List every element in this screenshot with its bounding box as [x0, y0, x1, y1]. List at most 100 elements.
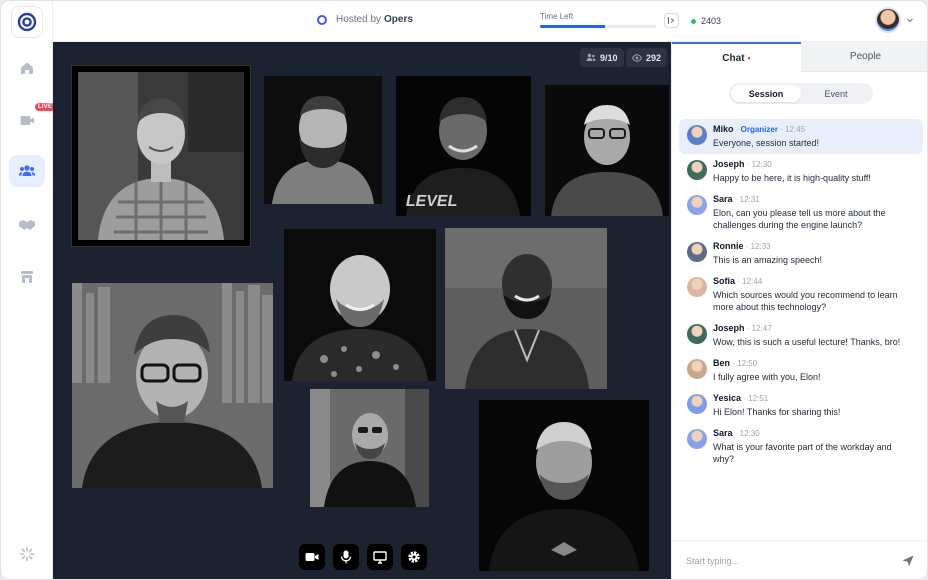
segment-event[interactable]: Event: [801, 85, 871, 102]
message-body: Ben · 12:50 I fully agree with you, Elon!: [713, 358, 915, 383]
chat-message: Ronnie · 12:33 This is an amazing speech!: [679, 236, 923, 271]
settings-icon: [408, 551, 420, 563]
chat-scope-toggle: Session Event: [729, 83, 873, 104]
camera-icon: [305, 553, 319, 561]
video-tile[interactable]: [310, 389, 429, 507]
app-logo[interactable]: [11, 6, 43, 38]
message-text: I fully agree with you, Elon!: [713, 372, 821, 382]
message-author[interactable]: Ben: [713, 358, 730, 368]
message-body: Ronnie · 12:33 This is an amazing speech!: [713, 241, 915, 266]
segment-session[interactable]: Session: [731, 85, 801, 102]
unread-dot-icon: •: [747, 53, 751, 63]
microphone-button[interactable]: [333, 544, 359, 570]
avatar[interactable]: [687, 125, 707, 145]
chat-message: Yesica · 12:51 Hi Elon! Thanks for sharin…: [679, 388, 923, 423]
tab-people-label: People: [849, 51, 882, 62]
chat-message: Miko · Organizer · 12:45 Everyone, sessio…: [679, 119, 923, 154]
participants-icon: [586, 53, 596, 61]
online-count: 2403: [691, 16, 721, 26]
sidebar-item-networking[interactable]: [9, 209, 45, 241]
chat-message: Ben · 12:50 I fully agree with you, Elon!: [679, 353, 923, 388]
host-logo-icon: [317, 14, 327, 25]
video-tile[interactable]: [445, 228, 607, 389]
avatar[interactable]: [687, 429, 707, 449]
online-status-dot: [691, 18, 696, 24]
avatar[interactable]: [687, 394, 707, 414]
video-tile[interactable]: LEVEL: [396, 76, 531, 216]
participants-stat: 9/10: [580, 48, 624, 67]
sidebar-item-live[interactable]: LIVE: [9, 103, 56, 136]
viewers-stat: 292: [626, 48, 668, 67]
top-bar: Hosted by Opers Time Left 2403: [53, 1, 927, 42]
send-icon: [902, 555, 914, 567]
message-body: Sara · 12:31 Elon, can you please tell us…: [713, 194, 915, 231]
message-author[interactable]: Joseph: [713, 323, 745, 333]
video-tile[interactable]: [71, 65, 251, 247]
sidebar-item-sessions[interactable]: [9, 155, 45, 187]
participants-count: 9/10: [600, 52, 618, 63]
message-text: What is your favorite part of the workda…: [713, 442, 892, 464]
message-header: Sofia · 12:44: [713, 276, 763, 286]
chat-message: Joseph · 12:30 Happy to be here, it is hi…: [679, 154, 923, 189]
chat-message-list: Miko · Organizer · 12:45 Everyone, sessio…: [679, 119, 923, 470]
tab-chat-label: Chat: [722, 52, 745, 64]
tab-chat[interactable]: Chat •: [672, 42, 801, 72]
message-author[interactable]: Yesica: [713, 393, 741, 403]
call-controls: [299, 544, 427, 570]
message-header: Ronnie · 12:33: [713, 241, 771, 251]
chat-message: Sara · 12:30 What is your favorite part o…: [679, 423, 923, 470]
message-text: This is an amazing speech!: [713, 255, 823, 265]
collapse-panel-button[interactable]: [664, 13, 679, 28]
participant-video: [264, 76, 382, 204]
message-text: Elon, can you please tell us more about …: [713, 208, 886, 230]
message-author[interactable]: Sara: [713, 194, 733, 204]
sidebar-item-home[interactable]: [9, 52, 45, 84]
message-time: 12:30: [751, 160, 772, 169]
home-icon: [21, 62, 33, 74]
message-time: 12:45: [785, 125, 806, 134]
message-text: Wow, this is such a useful lecture! Than…: [713, 337, 901, 347]
video-tile[interactable]: [72, 283, 273, 488]
video-tile[interactable]: [284, 229, 436, 381]
video-tile[interactable]: [479, 400, 649, 571]
host-name[interactable]: Opers: [384, 14, 413, 25]
message-author[interactable]: Sara: [713, 428, 733, 438]
message-author[interactable]: Sofia: [713, 276, 735, 286]
sidebar: LIVE: [1, 1, 56, 579]
avatar[interactable]: [687, 160, 707, 180]
avatar[interactable]: [687, 242, 707, 262]
avatar[interactable]: [687, 277, 707, 297]
video-tile[interactable]: [264, 76, 382, 204]
user-avatar[interactable]: [875, 7, 901, 33]
time-left-progress-fill: [540, 25, 605, 28]
role-badge: Organizer: [740, 125, 778, 134]
chevron-down-icon[interactable]: [906, 16, 914, 24]
message-author[interactable]: Joseph: [713, 159, 745, 169]
participant-video: LEVEL: [396, 76, 531, 216]
time-left-progress: [540, 25, 656, 28]
message-header: Ben · 12:50: [713, 358, 758, 368]
avatar[interactable]: [687, 195, 707, 215]
message-author[interactable]: Ronnie: [713, 241, 744, 251]
video-stage: 9/10 292 LEVEL: [53, 42, 671, 579]
screen-share-button[interactable]: [367, 544, 393, 570]
tab-people[interactable]: People: [801, 42, 927, 72]
avatar[interactable]: [687, 324, 707, 344]
message-text: Which sources would you recommend to lea…: [713, 290, 898, 312]
message-body: Miko · Organizer · 12:45 Everyone, sessio…: [713, 124, 915, 149]
message-author[interactable]: Miko: [713, 124, 734, 134]
screen-share-icon: [373, 550, 387, 564]
avatar[interactable]: [687, 359, 707, 379]
settings-button[interactable]: [401, 544, 427, 570]
panel-tabs: Chat • People: [672, 42, 927, 72]
video-tile[interactable]: [545, 85, 669, 216]
send-button[interactable]: [900, 553, 916, 569]
booth-icon: [21, 271, 33, 283]
user-menu[interactable]: [875, 7, 914, 33]
camera-button[interactable]: [299, 544, 325, 570]
message-time: 12:31: [739, 195, 760, 204]
panel-toggle-icon: [668, 17, 675, 24]
sidebar-item-booths[interactable]: [9, 261, 45, 293]
message-header: Miko · Organizer · 12:45: [713, 124, 806, 134]
chat-input[interactable]: [686, 553, 886, 569]
